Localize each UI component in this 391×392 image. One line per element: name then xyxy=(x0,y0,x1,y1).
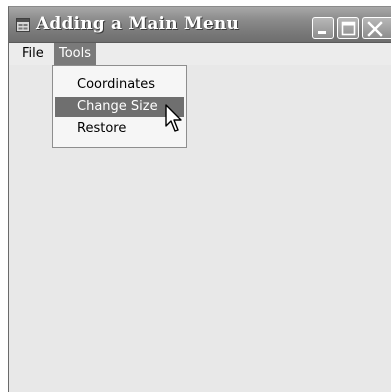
menu-item-coordinates[interactable]: Coordinates xyxy=(55,75,184,95)
minimize-button[interactable] xyxy=(312,17,334,39)
menu-file[interactable]: File xyxy=(17,43,49,65)
maximize-button[interactable] xyxy=(337,17,359,39)
app-window: Adding a Main Menu File Tools Coordinate… xyxy=(8,6,391,392)
close-button[interactable] xyxy=(362,17,391,39)
minimize-icon xyxy=(318,31,326,34)
title-bar[interactable]: Adding a Main Menu xyxy=(9,7,391,43)
maximize-icon xyxy=(341,21,356,36)
window-title: Adding a Main Menu xyxy=(36,14,240,34)
form-window-icon xyxy=(16,18,30,32)
menu-tools[interactable]: Tools xyxy=(54,43,96,65)
arrow-pointer-icon xyxy=(165,104,182,132)
menu-bar: File Tools xyxy=(9,43,391,65)
close-icon xyxy=(367,21,383,37)
